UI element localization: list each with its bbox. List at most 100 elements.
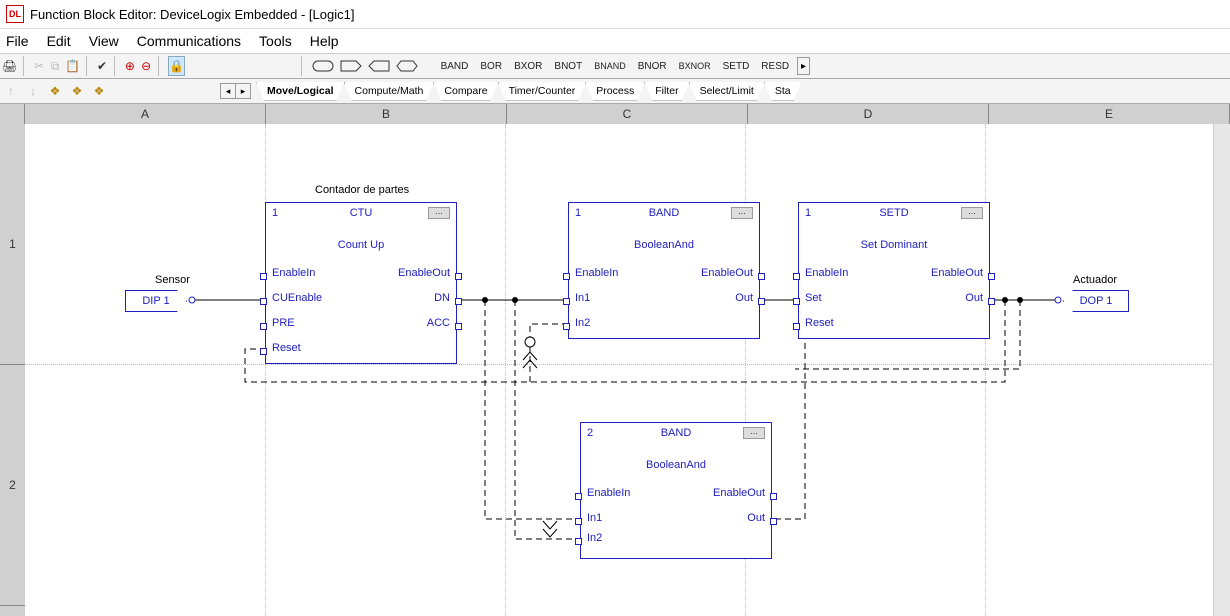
sensor-caption: Sensor bbox=[155, 274, 190, 286]
canvas[interactable]: Sensor DIP 1 Contador de partes 1 CTU … … bbox=[25, 124, 1230, 616]
band2-type: BAND bbox=[661, 427, 692, 439]
toolbar-secondary: ↑ ↓ ❖ ❖ ❖ ◂ ▸ Move/Logical Compute/Math … bbox=[0, 79, 1230, 104]
btn-setd[interactable]: SETD bbox=[723, 61, 750, 72]
setd-props-icon[interactable]: … bbox=[961, 207, 983, 219]
block-band2[interactable]: 2 BAND … BooleanAnd EnableIn In1 In2 Ena… bbox=[580, 422, 772, 559]
band2-pin-in1: In1 bbox=[587, 512, 602, 524]
btn-bxnor[interactable]: BXNOR bbox=[679, 61, 711, 71]
setd-type: SETD bbox=[879, 207, 908, 219]
tab-scroll-left-icon[interactable]: ◂ bbox=[221, 84, 236, 98]
menu-help[interactable]: Help bbox=[310, 33, 339, 49]
cut-icon[interactable]: ✂ bbox=[33, 57, 45, 75]
col-d[interactable]: D bbox=[748, 104, 989, 124]
zoom-out-icon[interactable]: ⊖ bbox=[140, 57, 152, 75]
copy-icon[interactable]: ⧉ bbox=[49, 57, 61, 75]
output-tag-dop1[interactable]: DOP 1 bbox=[1063, 290, 1129, 312]
band2-props-icon[interactable]: … bbox=[743, 427, 765, 439]
block-setd[interactable]: 1 SETD … Set Dominant EnableIn Set Reset… bbox=[798, 202, 990, 339]
ctu-num: 1 bbox=[272, 207, 278, 219]
band1-desc: BooleanAnd bbox=[634, 239, 694, 251]
ctu-pin-enableout: EnableOut bbox=[398, 267, 450, 279]
setd-pin-out: Out bbox=[965, 292, 983, 304]
menu-communications[interactable]: Communications bbox=[137, 33, 241, 49]
setd-desc: Set Dominant bbox=[861, 239, 928, 251]
tool1-icon[interactable]: ❖ bbox=[46, 82, 64, 100]
tab-strip: Move/Logical Compute/Math Compare Timer/… bbox=[257, 82, 802, 101]
row-1[interactable]: 1 bbox=[0, 124, 25, 365]
btn-resd[interactable]: RESD bbox=[761, 61, 789, 72]
band1-props-icon[interactable]: … bbox=[731, 207, 753, 219]
band1-num: 1 bbox=[575, 207, 581, 219]
toolbar-overflow-icon[interactable]: ▸ bbox=[797, 57, 810, 75]
btn-bxor[interactable]: BXOR bbox=[514, 61, 542, 72]
setd-pin-enableout: EnableOut bbox=[931, 267, 983, 279]
menu-tools[interactable]: Tools bbox=[259, 33, 292, 49]
shape-left-tag-icon[interactable] bbox=[368, 58, 390, 74]
tab-scroll: ◂ ▸ bbox=[220, 83, 251, 99]
band2-pin-enableout: EnableOut bbox=[713, 487, 765, 499]
input-tag-dip1[interactable]: DIP 1 bbox=[125, 290, 187, 312]
shape-right-tag-icon[interactable] bbox=[340, 58, 362, 74]
btn-band[interactable]: BAND bbox=[441, 61, 469, 72]
band1-pin-out: Out bbox=[735, 292, 753, 304]
tool3-icon[interactable]: ❖ bbox=[90, 82, 108, 100]
ctu-pin-enablein: EnableIn bbox=[272, 267, 315, 279]
verify-icon[interactable]: ✔ bbox=[96, 57, 108, 75]
col-e[interactable]: E bbox=[989, 104, 1230, 124]
band1-pin-enablein: EnableIn bbox=[575, 267, 618, 279]
ctu-desc: Count Up bbox=[338, 239, 384, 251]
tab-process[interactable]: Process bbox=[585, 82, 645, 101]
ctu-pin-acc: ACC bbox=[427, 317, 450, 329]
title-bar: DL Function Block Editor: DeviceLogix Em… bbox=[0, 0, 1230, 29]
btn-bnot[interactable]: BNOT bbox=[554, 61, 582, 72]
setd-pin-enablein: EnableIn bbox=[805, 267, 848, 279]
band1-pin-in1: In1 bbox=[575, 292, 590, 304]
block-band1[interactable]: 1 BAND … BooleanAnd EnableIn In1 In2 Ena… bbox=[568, 202, 760, 339]
ctu-caption: Contador de partes bbox=[315, 184, 409, 196]
col-b[interactable]: B bbox=[266, 104, 507, 124]
tool2-icon[interactable]: ❖ bbox=[68, 82, 86, 100]
ctu-props-icon[interactable]: … bbox=[428, 207, 450, 219]
ctu-type: CTU bbox=[350, 207, 373, 219]
menu-file[interactable]: File bbox=[6, 33, 29, 49]
window-title: Function Block Editor: DeviceLogix Embed… bbox=[30, 7, 354, 22]
shape-pill-icon[interactable] bbox=[312, 58, 334, 74]
band2-desc: BooleanAnd bbox=[646, 459, 706, 471]
tab-overflow[interactable]: Sta bbox=[764, 82, 802, 101]
ctu-pin-cuenable: CUEnable bbox=[272, 292, 322, 304]
band1-pin-in2: In2 bbox=[575, 317, 590, 329]
band1-pin-enableout: EnableOut bbox=[701, 267, 753, 279]
tab-compare[interactable]: Compare bbox=[433, 82, 498, 101]
setd-pin-set: Set bbox=[805, 292, 822, 304]
print-icon[interactable]: 🖨 bbox=[2, 57, 17, 75]
band2-pin-in2: In2 bbox=[587, 532, 602, 544]
btn-bnor[interactable]: BNOR bbox=[638, 61, 667, 72]
btn-bnand[interactable]: BNAND bbox=[594, 61, 626, 71]
menu-view[interactable]: View bbox=[89, 33, 119, 49]
tab-scroll-right-icon[interactable]: ▸ bbox=[236, 84, 250, 98]
vertical-scrollbar[interactable] bbox=[1213, 124, 1230, 616]
actuator-caption: Actuador bbox=[1073, 274, 1117, 286]
tab-compute-math[interactable]: Compute/Math bbox=[344, 82, 435, 101]
nav-down-icon[interactable]: ↓ bbox=[24, 82, 42, 100]
tab-timer-counter[interactable]: Timer/Counter bbox=[498, 82, 587, 101]
row-2[interactable]: 2 bbox=[0, 365, 25, 606]
btn-bor[interactable]: BOR bbox=[480, 61, 502, 72]
lock-icon[interactable]: 🔒 bbox=[168, 56, 185, 76]
band2-pin-out: Out bbox=[747, 512, 765, 524]
col-c[interactable]: C bbox=[507, 104, 748, 124]
toolbar-main: 🖨 ✂ ⧉ 📋 ✔ ⊕ ⊖ 🔒 BAND BOR BXOR BNOT BNAND… bbox=[0, 54, 1230, 79]
menu-edit[interactable]: Edit bbox=[47, 33, 71, 49]
block-ctu[interactable]: 1 CTU … Count Up EnableIn CUEnable PRE R… bbox=[265, 202, 457, 364]
tab-filter[interactable]: Filter bbox=[644, 82, 689, 101]
tab-move-logical[interactable]: Move/Logical bbox=[256, 82, 345, 101]
shape-hex-icon[interactable] bbox=[396, 58, 418, 74]
ctu-pin-pre: PRE bbox=[272, 317, 295, 329]
zoom-in-icon[interactable]: ⊕ bbox=[124, 57, 136, 75]
paste-icon[interactable]: 📋 bbox=[65, 57, 80, 75]
row-headers: 1 2 bbox=[0, 124, 26, 616]
sheet-area: A B C D E 1 2 bbox=[0, 104, 1230, 616]
tab-select-limit[interactable]: Select/Limit bbox=[689, 82, 765, 101]
nav-up-icon[interactable]: ↑ bbox=[2, 82, 20, 100]
col-a[interactable]: A bbox=[25, 104, 266, 124]
